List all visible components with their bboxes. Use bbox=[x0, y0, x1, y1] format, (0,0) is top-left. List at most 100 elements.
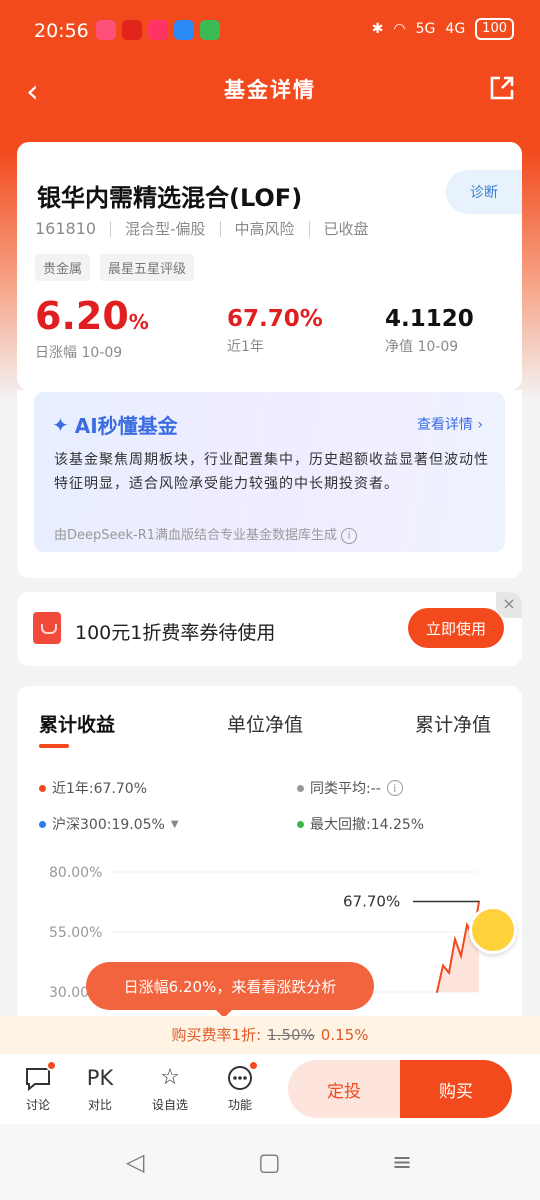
status-indicators: ✱ ◠ 5G 4G 100 bbox=[372, 18, 514, 40]
coupon-text: 100元1折费率券待使用 bbox=[75, 622, 276, 644]
notification-app-icons bbox=[96, 20, 220, 40]
legend-index[interactable]: 沪深300:19.05% ▼ bbox=[39, 814, 179, 834]
fund-name: 银华内需精选混合(LOF) bbox=[37, 184, 303, 212]
divider bbox=[219, 220, 221, 237]
share-icon[interactable] bbox=[488, 74, 516, 102]
data-point bbox=[466, 923, 468, 926]
legend-peer-text: 同类平均:-- bbox=[310, 781, 381, 797]
ai-insight-card[interactable]: ✦ AI秒懂基金 查看详情 › 该基金聚焦周期板块，行业配置集中，历史超额收益显… bbox=[34, 392, 505, 552]
watchlist-label: 设自选 bbox=[151, 1098, 188, 1112]
ai-title: AI秒懂基金 bbox=[74, 414, 178, 438]
tab-cumulative-return[interactable]: 累计收益 bbox=[39, 710, 115, 737]
ai-more-label: 查看详情 bbox=[416, 417, 473, 433]
tag-sector[interactable]: 贵金属 bbox=[35, 254, 91, 281]
daily-change-unit: % bbox=[128, 310, 149, 334]
bottom-action-bar: 讨论 PK 对比 ☆ 设自选 功能 定投 购买 bbox=[0, 1054, 540, 1124]
info-icon[interactable]: i bbox=[386, 780, 403, 796]
fund-code: 161810 bbox=[35, 219, 97, 238]
year-return-value: 67.70% bbox=[227, 306, 323, 332]
nav-label: 净值 10-09 bbox=[385, 339, 459, 355]
mascot-icon[interactable] bbox=[469, 906, 517, 954]
music-app-icon bbox=[148, 20, 168, 40]
legend-drawdown-text: 最大回撤:14.25% bbox=[310, 817, 425, 833]
daily-change-tooltip[interactable]: 日涨幅6.20%，来看看涨跌分析 bbox=[86, 962, 374, 1018]
fund-summary-card: 银华内需精选混合(LOF) 诊断 161810 混合型-偏股 中高风险 已收盘 … bbox=[17, 142, 522, 390]
y-tick-label: 80.00% bbox=[49, 865, 102, 881]
active-tab-indicator bbox=[39, 744, 69, 748]
battery-icon: 100 bbox=[475, 18, 514, 40]
tab-cumulative-nav[interactable]: 累计净值 bbox=[415, 710, 491, 737]
page-title: 基金详情 bbox=[224, 78, 316, 102]
fee-banner: 购买费率1折: 1.50% 0.15% bbox=[0, 1016, 540, 1054]
year-return-label: 近1年 bbox=[227, 339, 264, 355]
chat-bubble-icon bbox=[23, 1060, 57, 1092]
legend-fund-text: 近1年:67.70% bbox=[52, 781, 148, 797]
functions-label: 功能 bbox=[227, 1098, 252, 1112]
fund-meta: 161810 混合型-偏股 中高风险 已收盘 bbox=[35, 218, 369, 239]
bluetooth-icon: ✱ bbox=[371, 21, 384, 37]
tab-unit-nav[interactable]: 单位净值 bbox=[227, 710, 303, 737]
more-dots-icon bbox=[225, 1060, 259, 1092]
red-envelope-icon bbox=[33, 612, 61, 644]
fund-type: 混合型-偏股 bbox=[125, 220, 206, 238]
compare-label: 对比 bbox=[87, 1098, 112, 1112]
ai-summary-text: 该基金聚焦周期板块，行业配置集中，历史超额收益显著但波动性特征明显，适合风险承受… bbox=[54, 452, 489, 492]
diagnose-button[interactable]: 诊断 bbox=[446, 170, 522, 214]
discuss-label: 讨论 bbox=[25, 1098, 50, 1112]
data-point bbox=[460, 955, 462, 957]
star-add-icon: ☆ bbox=[160, 1065, 180, 1090]
data-point bbox=[436, 991, 438, 993]
functions-button[interactable]: 功能 bbox=[210, 1060, 270, 1113]
chevron-right-icon: › bbox=[477, 417, 483, 433]
fund-risk: 中高风险 bbox=[234, 220, 295, 238]
divider bbox=[110, 220, 112, 237]
nav-home-icon[interactable]: ▢ bbox=[258, 1148, 281, 1176]
fee-original: 1.50% bbox=[267, 1026, 315, 1044]
add-watchlist-button[interactable]: ☆ 设自选 bbox=[140, 1064, 200, 1113]
notification-dot bbox=[46, 1060, 57, 1071]
legend-dot bbox=[297, 820, 304, 828]
data-point bbox=[454, 938, 456, 941]
ai-section: ✦ AI秒懂基金 查看详情 › 该基金聚焦周期板块，行业配置集中，历史超额收益显… bbox=[17, 390, 522, 578]
browser-app-icon bbox=[174, 20, 194, 40]
discuss-button[interactable]: 讨论 bbox=[8, 1060, 68, 1113]
divider bbox=[308, 220, 310, 237]
ai-view-details-link[interactable]: 查看详情 › bbox=[417, 414, 483, 434]
coupon-banner: 100元1折费率券待使用 立即使用 × bbox=[17, 592, 522, 666]
use-coupon-button[interactable]: 立即使用 bbox=[408, 608, 504, 648]
caret-down-icon: ▼ bbox=[170, 818, 179, 830]
fee-discount: 0.15% bbox=[320, 1026, 369, 1044]
legend-peer: 同类平均:-- i bbox=[297, 778, 403, 798]
legend-dot bbox=[39, 784, 46, 792]
fund-market-status: 已收盘 bbox=[323, 220, 369, 238]
signal-4g: 4G bbox=[445, 21, 466, 37]
info-icon[interactable]: i bbox=[341, 527, 358, 544]
signal-5g: 5G bbox=[415, 21, 436, 37]
pk-icon: PK bbox=[86, 1066, 114, 1090]
legend-fund: 近1年:67.70% bbox=[39, 778, 147, 798]
daily-change-value: 6.20 bbox=[35, 294, 129, 338]
legend-drawdown: 最大回撤:14.25% bbox=[297, 814, 424, 834]
top-nav: ‹ 基金详情 bbox=[0, 62, 540, 118]
fee-prefix: 购买费率1折: bbox=[171, 1026, 262, 1044]
metric-nav: 4.1120 净值 10-09 bbox=[385, 306, 474, 356]
vivo-app-icon bbox=[96, 20, 116, 40]
tag-rating[interactable]: 晨星五星评级 bbox=[100, 254, 195, 281]
close-icon[interactable]: × bbox=[496, 592, 522, 618]
auto-invest-button[interactable]: 定投 bbox=[288, 1060, 400, 1118]
status-time: 20:56 bbox=[34, 20, 89, 42]
metric-daily-change: 6.20% 日涨幅 10-09 bbox=[35, 294, 149, 362]
nav-back-icon[interactable]: ◁ bbox=[126, 1148, 144, 1176]
jd-app-icon bbox=[122, 20, 142, 40]
ai-source-text: 由DeepSeek-R1满血版结合专业基金数据库生成 bbox=[54, 528, 338, 543]
daily-change-label: 日涨幅 10-09 bbox=[35, 345, 123, 361]
y-tick-label: 55.00% bbox=[49, 925, 102, 941]
legend-index-text: 沪深300:19.05% bbox=[52, 817, 165, 833]
nav-menu-icon[interactable]: ≡ bbox=[392, 1148, 412, 1176]
buy-button[interactable]: 购买 bbox=[400, 1060, 512, 1118]
sparkle-icon: ✦ bbox=[52, 412, 69, 437]
wifi-icon: ◠ bbox=[393, 21, 406, 37]
system-nav-bar: ◁ ▢ ≡ bbox=[0, 1124, 540, 1200]
compare-button[interactable]: PK 对比 bbox=[70, 1064, 130, 1113]
data-point bbox=[442, 964, 444, 967]
